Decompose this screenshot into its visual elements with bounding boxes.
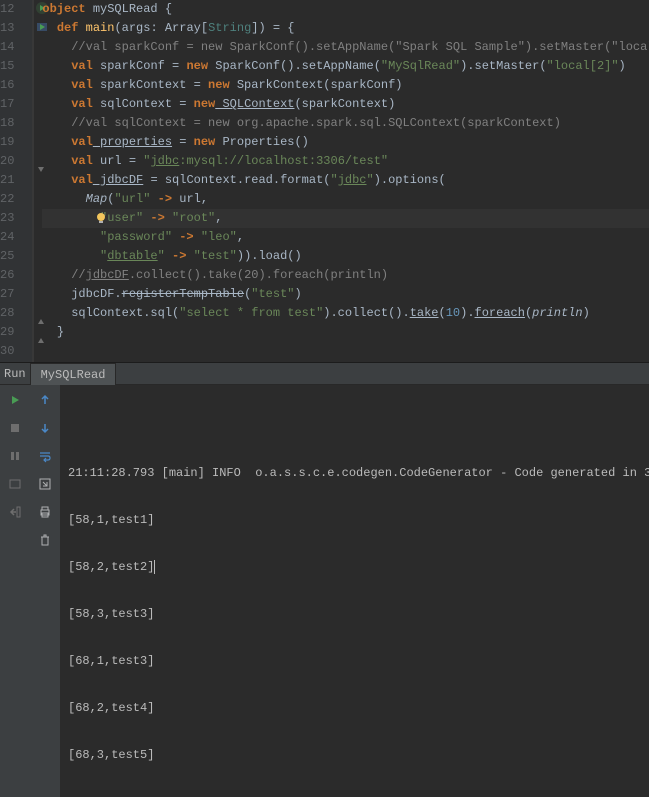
- console-line: [58,1,test1]: [68, 511, 641, 530]
- code-line: "password" -> "leo",: [42, 228, 649, 247]
- code-line: val sqlContext = new SQLContext(sparkCon…: [42, 95, 649, 114]
- run-header: Run MySQLRead: [0, 363, 649, 385]
- code-line-current: "user" -> "root",: [42, 209, 649, 228]
- exit-button[interactable]: [4, 501, 26, 523]
- console-output[interactable]: 21:11:28.793 [main] INFO o.a.s.s.c.e.cod…: [60, 385, 649, 797]
- code-line: "dbtable" -> "test")).load(): [42, 247, 649, 266]
- run-config-tab[interactable]: MySQLRead: [30, 363, 117, 385]
- code-line: //jdbcDF.collect().take(20).foreach(prin…: [42, 266, 649, 285]
- run-tool-column-right: [30, 385, 60, 797]
- code-line: //val sparkConf = new SparkConf().setApp…: [42, 38, 649, 57]
- run-tool-column-left: [0, 385, 30, 797]
- code-line: }: [42, 323, 649, 342]
- intention-bulb-icon[interactable]: [94, 211, 108, 225]
- console-line: [68, 417, 641, 436]
- console-line: [68,1,test3]: [68, 652, 641, 671]
- console-line: [68,2,test4]: [68, 699, 641, 718]
- code-line: sqlContext.sql("select * from test").col…: [42, 304, 649, 323]
- rerun-button[interactable]: [4, 389, 26, 411]
- dump-threads-button[interactable]: [4, 473, 26, 495]
- code-line: val sparkConf = new SparkConf().setAppNa…: [42, 57, 649, 76]
- scroll-down-button[interactable]: [34, 417, 56, 439]
- code-line: Map("url" -> url,: [42, 190, 649, 209]
- code-line: object mySQLRead {: [42, 0, 649, 19]
- console-line: 21:11:28.793 [main] INFO o.a.s.s.c.e.cod…: [68, 464, 641, 483]
- console-line: [58,3,test3]: [68, 605, 641, 624]
- editor-area: 12 13 14 15 16 17 18 19 20 21 22 23 24 2…: [0, 0, 649, 362]
- stop-button[interactable]: [4, 417, 26, 439]
- scroll-to-end-button[interactable]: [34, 473, 56, 495]
- code-line: jdbcDF.registerTempTable("test"): [42, 285, 649, 304]
- run-panel: Run MySQLRead: [0, 362, 649, 532]
- run-label: Run: [4, 367, 26, 381]
- code-line: def main(args: Array[String]) = {: [42, 19, 649, 38]
- code-line: val jdbcDF = sqlContext.read.format("jdb…: [42, 171, 649, 190]
- console-line: [58,2,test2]: [68, 558, 641, 577]
- code-line: //val sqlContext = new org.apache.spark.…: [42, 114, 649, 133]
- code-line: [42, 342, 649, 361]
- code-line: val properties = new Properties(): [42, 133, 649, 152]
- soft-wrap-button[interactable]: [34, 445, 56, 467]
- print-button[interactable]: [34, 501, 56, 523]
- pause-button[interactable]: [4, 445, 26, 467]
- console-line: [68,3,test5]: [68, 746, 641, 765]
- code-line: val url = "jdbc:mysql://localhost:3306/t…: [42, 152, 649, 171]
- line-number-gutter: 12 13 14 15 16 17 18 19 20 21 22 23 24 2…: [0, 0, 33, 362]
- code-line: val sparkContext = new SparkContext(spar…: [42, 76, 649, 95]
- code-area[interactable]: object mySQLRead { def main(args: Array[…: [34, 0, 649, 362]
- clear-all-button[interactable]: [34, 529, 56, 551]
- scroll-up-button[interactable]: [34, 389, 56, 411]
